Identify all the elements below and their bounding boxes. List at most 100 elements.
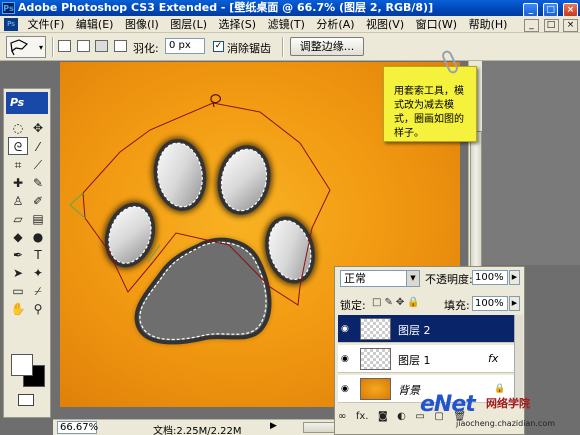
opacity-label: 不透明度: <box>425 273 473 286</box>
add-selection-button[interactable] <box>76 40 90 52</box>
scrollbar-thumb[interactable] <box>470 131 482 271</box>
watermark-brand: eNet <box>420 392 476 417</box>
watermark: eNet 网络学院 jiaocheng.chazidian.com <box>420 392 580 435</box>
document-icon: Ps <box>4 18 18 31</box>
toolbox: Ps ◌ ✥ ᘓ ⁄ ⌗ ⟋ ✚ ✎ ♙ ✐ ▱ ▤ ◆ ● ✒ T ➤ ✦ ▭ ⌿ ✋ ⚲ <box>3 88 51 418</box>
layer-thumbnail <box>360 378 391 400</box>
workspace-background <box>482 61 580 265</box>
menu-filter[interactable]: 滤镜(T) <box>264 16 309 33</box>
minimize-button[interactable]: _ <box>523 3 539 17</box>
feather-input[interactable]: 0 px <box>165 38 205 54</box>
pen-icon[interactable]: ✒ <box>8 246 28 264</box>
subtract-selection-button[interactable] <box>95 40 108 52</box>
new-selection-button[interactable] <box>58 40 71 52</box>
fx-icon[interactable]: fx <box>488 352 498 365</box>
watermark-url: jiaocheng.chazidian.com <box>456 419 556 428</box>
eraser-icon[interactable]: ▱ <box>8 210 28 228</box>
lasso-icon[interactable]: ᘓ <box>8 137 28 155</box>
link-icon[interactable]: ∞ <box>338 411 346 422</box>
document-window-controls: _ □ × <box>523 17 578 32</box>
fill-slider-arrow-icon[interactable]: ▶ <box>509 296 520 311</box>
layer-name: 背景 <box>398 384 420 397</box>
document-info: 文档:2.25M/2.22M <box>153 426 242 435</box>
eye-icon[interactable]: ◉ <box>341 354 349 364</box>
blend-mode-value: 正常 <box>344 272 366 285</box>
hand-icon[interactable]: ✋ <box>8 300 28 318</box>
slice-icon[interactable]: ⟋ <box>28 156 48 174</box>
title-bar: Ps Adobe Photoshop CS3 Extended - [壁纸桌面 … <box>0 0 580 17</box>
lock-options[interactable]: □✎✥🔒 <box>372 297 423 308</box>
antialias-label: 消除锯齿 <box>227 42 271 55</box>
layer-name: 图层 2 <box>398 324 431 337</box>
menu-view[interactable]: 视图(V) <box>362 16 408 33</box>
layer-row-layer-1[interactable]: ◉ 图层 1 fx <box>338 345 514 373</box>
photoshop-logo: Ps <box>6 92 48 114</box>
antialias-checkbox[interactable]: ✓ <box>213 41 224 52</box>
menu-layer[interactable]: 图层(L) <box>166 16 211 33</box>
lasso-icon <box>10 39 29 56</box>
path-select-icon[interactable]: ➤ <box>8 264 28 282</box>
separator <box>52 37 54 57</box>
refine-edge-button[interactable]: 调整边缘... <box>290 37 364 56</box>
type-icon[interactable]: T <box>28 246 48 264</box>
menu-edit[interactable]: 编辑(E) <box>72 16 118 33</box>
fill-label: 填充: <box>444 299 470 312</box>
menu-image[interactable]: 图像(I) <box>121 16 163 33</box>
magic-wand-icon[interactable]: ⁄ <box>28 138 48 156</box>
photoshop-window: Ps Adobe Photoshop CS3 Extended - [壁纸桌面 … <box>0 0 580 435</box>
selection-mode-buttons <box>58 40 129 55</box>
stamp-icon[interactable]: ♙ <box>8 192 28 210</box>
zoom-icon[interactable]: ⚲ <box>28 300 48 318</box>
quick-mask-button[interactable] <box>18 394 34 406</box>
fx-icon[interactable]: fx. <box>356 411 369 422</box>
window-title: Adobe Photoshop CS3 Extended - [壁纸桌面 @ 6… <box>18 1 434 14</box>
fill-input[interactable]: 100% <box>472 296 508 311</box>
maximize-button[interactable]: □ <box>543 3 559 17</box>
blur-icon[interactable]: ◆ <box>8 228 28 246</box>
opacity-input[interactable]: 100% <box>472 270 508 285</box>
options-bar: ▾ 羽化: 0 px ✓ 消除锯齿 调整边缘... <box>0 33 580 61</box>
chevron-down-icon: ▼ <box>406 271 419 286</box>
eye-icon[interactable]: ◉ <box>341 324 349 334</box>
close-button[interactable]: × <box>563 3 578 17</box>
layer-thumbnail <box>360 318 391 340</box>
doc-minimize-button[interactable]: _ <box>524 19 539 32</box>
mask-icon[interactable]: ◙ <box>378 411 388 422</box>
photoshop-app-icon: Ps <box>2 2 15 14</box>
separator <box>282 37 284 57</box>
doc-close-button[interactable]: × <box>563 19 578 32</box>
layer-row-layer-2[interactable]: ◉ 图层 2 <box>338 315 514 343</box>
layer-thumbnail <box>360 348 391 370</box>
blend-mode-select[interactable]: 正常 ▼ <box>340 270 420 287</box>
zoom-field[interactable]: 66.67% <box>57 421 98 434</box>
menu-select[interactable]: 选择(S) <box>215 16 261 33</box>
status-menu-arrow-icon[interactable]: ▶ <box>270 421 277 431</box>
tool-grid: ◌ ✥ ᘓ ⁄ ⌗ ⟋ ✚ ✎ ♙ ✐ ▱ ▤ ◆ ● ✒ T ➤ ✦ ▭ ⌿ ✋ ⚲ <box>8 119 50 318</box>
lock-label: 锁定: <box>340 299 366 312</box>
history-brush-icon[interactable]: ✐ <box>28 192 48 210</box>
watermark-tagline: 网络学院 <box>486 397 530 410</box>
menu-help[interactable]: 帮助(H) <box>465 16 512 33</box>
doc-restore-button[interactable]: □ <box>543 19 559 32</box>
crop-icon[interactable]: ⌗ <box>8 156 28 174</box>
brush-icon[interactable]: ✎ <box>28 174 48 192</box>
marquee-icon[interactable]: ◌ <box>8 119 28 137</box>
eyedropper-icon[interactable]: ⌿ <box>28 282 48 300</box>
tutorial-note: 用套索工具，模式改为减去模式，圈画如图的样子。 <box>383 66 477 142</box>
menu-file[interactable]: 文件(F) <box>24 16 69 33</box>
menu-analysis[interactable]: 分析(A) <box>312 16 358 33</box>
tool-preset-picker[interactable]: ▾ <box>6 36 46 58</box>
notes-icon[interactable]: ▭ <box>8 282 28 300</box>
opacity-slider-arrow-icon[interactable]: ▶ <box>509 270 520 285</box>
gradient-icon[interactable]: ▤ <box>28 210 48 228</box>
move-icon[interactable]: ✥ <box>28 119 48 137</box>
eye-icon[interactable]: ◉ <box>341 384 349 394</box>
foreground-color-swatch[interactable] <box>11 354 33 376</box>
adjustment-icon[interactable]: ◐ <box>397 411 406 422</box>
intersect-selection-button[interactable] <box>113 40 127 52</box>
window-controls: _ □ × <box>522 1 578 17</box>
menu-window[interactable]: 窗口(W) <box>412 16 461 33</box>
healing-icon[interactable]: ✚ <box>8 174 28 192</box>
shape-icon[interactable]: ✦ <box>28 264 48 282</box>
dodge-icon[interactable]: ● <box>28 228 48 246</box>
